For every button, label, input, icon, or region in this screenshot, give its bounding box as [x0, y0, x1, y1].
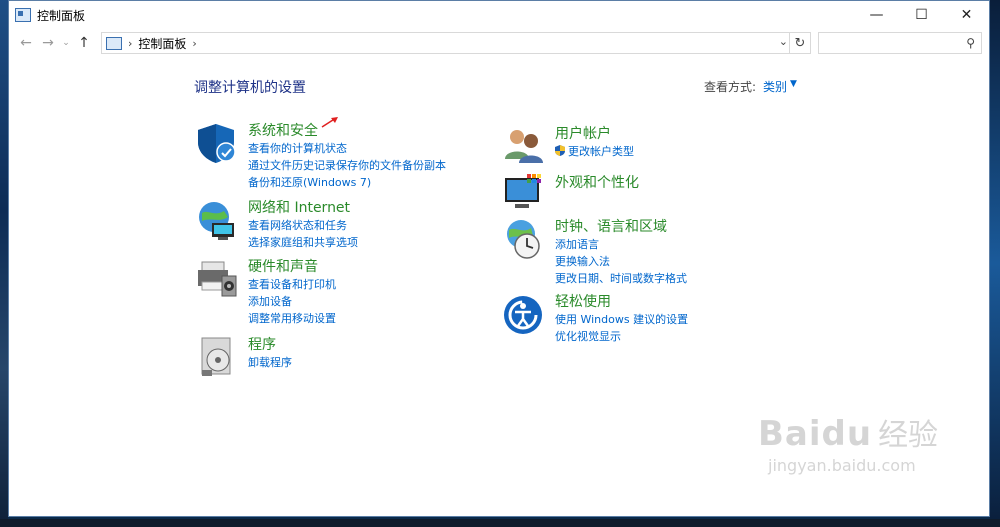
up-arrow-icon[interactable]: ↑ [73, 35, 95, 51]
clock-globe-icon[interactable] [501, 216, 547, 262]
link-change-account-type-label[interactable]: 更改帐户类型 [568, 145, 634, 158]
link-change-input-method[interactable]: 更换输入法 [555, 253, 687, 270]
close-button[interactable]: ✕ [944, 1, 989, 29]
category-title-programs[interactable]: 程序 [248, 334, 276, 354]
search-input[interactable]: ⚲ [818, 32, 982, 54]
desktop-right-edge [990, 0, 1000, 527]
desktop-left-edge [0, 0, 8, 527]
ease-of-access-icon[interactable] [501, 291, 547, 337]
window-controls: — ☐ ✕ [854, 1, 989, 29]
link-uninstall-program[interactable]: 卸载程序 [248, 354, 292, 371]
red-annotation-arrow [321, 117, 338, 128]
address-dropdown-icon[interactable]: ⌄ [779, 35, 788, 48]
taskbar[interactable] [0, 519, 1000, 527]
window-title: 控制面板 [37, 8, 86, 23]
network-globe-icon[interactable] [194, 197, 240, 243]
link-view-computer-status[interactable]: 查看你的计算机状态 [248, 140, 446, 157]
watermark-brand-2: du [821, 414, 873, 454]
title-bar[interactable]: 控制面板 — ☐ ✕ [9, 1, 989, 29]
navigation-bar: ← → ⌄ ↑ › 控制面板 › ⌄ ↻ ⚲ [9, 29, 989, 57]
link-file-history-backup[interactable]: 通过文件历史记录保存你的文件备份副本 [248, 157, 446, 174]
category-title-ease-of-access[interactable]: 轻松使用 [555, 291, 611, 311]
category-title-system-security[interactable]: 系统和安全 [248, 120, 318, 140]
printer-speaker-icon[interactable] [194, 256, 240, 302]
link-homegroup-sharing[interactable]: 选择家庭组和共享选项 [248, 234, 358, 251]
category-title-user-accounts[interactable]: 用户帐户 [555, 123, 611, 143]
minimize-button[interactable]: — [854, 1, 899, 29]
breadcrumb-control-panel[interactable]: 控制面板 [138, 35, 186, 52]
search-icon[interactable]: ⚲ [966, 36, 975, 50]
watermark-brand: Bai [758, 414, 822, 454]
monitor-palette-icon[interactable] [501, 172, 547, 218]
link-add-language[interactable]: 添加语言 [555, 236, 687, 253]
uac-shield-icon [555, 145, 565, 156]
shield-icon[interactable] [194, 120, 240, 166]
link-backup-restore[interactable]: 备份和还原(Windows 7) [248, 174, 446, 191]
link-date-time-format[interactable]: 更改日期、时间或数字格式 [555, 270, 687, 287]
users-icon[interactable] [501, 123, 547, 169]
link-change-account-type[interactable]: 更改帐户类型 [555, 143, 634, 160]
link-optimize-visual-display[interactable]: 优化视觉显示 [555, 328, 688, 345]
forward-arrow-icon[interactable]: → [37, 35, 59, 51]
watermark-cn: 经验 [878, 418, 939, 453]
breadcrumb-trail-icon[interactable]: › [192, 37, 196, 50]
link-windows-suggested-settings[interactable]: 使用 Windows 建议的设置 [555, 311, 688, 328]
category-title-clock-language-region[interactable]: 时钟、语言和区域 [555, 216, 667, 236]
category-title-appearance[interactable]: 外观和个性化 [555, 172, 639, 192]
link-mobility-settings[interactable]: 调整常用移动设置 [248, 310, 336, 327]
control-panel-icon [15, 8, 31, 22]
view-by-dropdown[interactable]: 类别 [763, 78, 787, 95]
breadcrumb-separator-icon[interactable]: › [128, 37, 132, 50]
page-title: 调整计算机的设置 [194, 80, 306, 96]
recent-locations-icon[interactable]: ⌄ [59, 38, 73, 48]
baidu-jingyan-watermark: Baidu 经验 jingyan.baidu.com [758, 410, 939, 475]
address-bar[interactable]: › 控制面板 › ⌄ ↻ [101, 32, 811, 54]
control-panel-address-icon [106, 36, 122, 50]
maximize-button[interactable]: ☐ [899, 1, 944, 29]
refresh-icon[interactable]: ↻ [789, 33, 810, 53]
link-devices-printers[interactable]: 查看设备和打印机 [248, 276, 336, 293]
view-by-label: 查看方式: [704, 80, 757, 94]
watermark-url: jingyan.baidu.com [768, 456, 916, 475]
programs-disc-icon[interactable] [194, 334, 240, 380]
view-by-caret-icon[interactable]: ▼ [790, 79, 797, 89]
category-title-hardware-sound[interactable]: 硬件和声音 [248, 256, 318, 276]
link-add-device[interactable]: 添加设备 [248, 293, 336, 310]
back-arrow-icon[interactable]: ← [15, 35, 37, 51]
link-network-status[interactable]: 查看网络状态和任务 [248, 217, 358, 234]
category-title-network-internet[interactable]: 网络和 Internet [248, 197, 350, 217]
